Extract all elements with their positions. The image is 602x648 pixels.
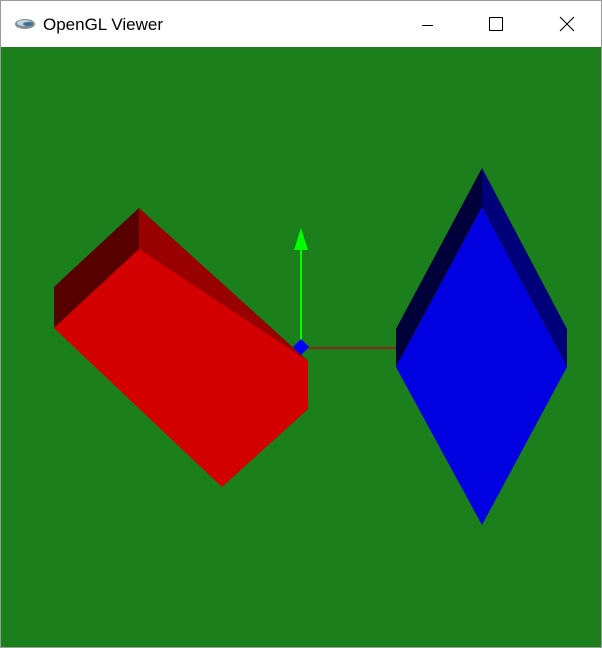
window-title: OpenGL Viewer (43, 15, 164, 34)
title-bar[interactable]: OpenGL Viewer (1, 1, 601, 47)
minimize-button[interactable] (404, 1, 450, 47)
opengl-render-canvas[interactable] (1, 47, 601, 647)
close-icon (559, 16, 575, 32)
close-button[interactable] (543, 1, 589, 47)
opengl-viewer-window: OpenGL Viewer (0, 0, 602, 648)
opengl-app-icon (14, 16, 36, 32)
minimize-icon (422, 25, 433, 26)
maximize-button[interactable] (473, 1, 519, 47)
maximize-icon (489, 17, 503, 31)
